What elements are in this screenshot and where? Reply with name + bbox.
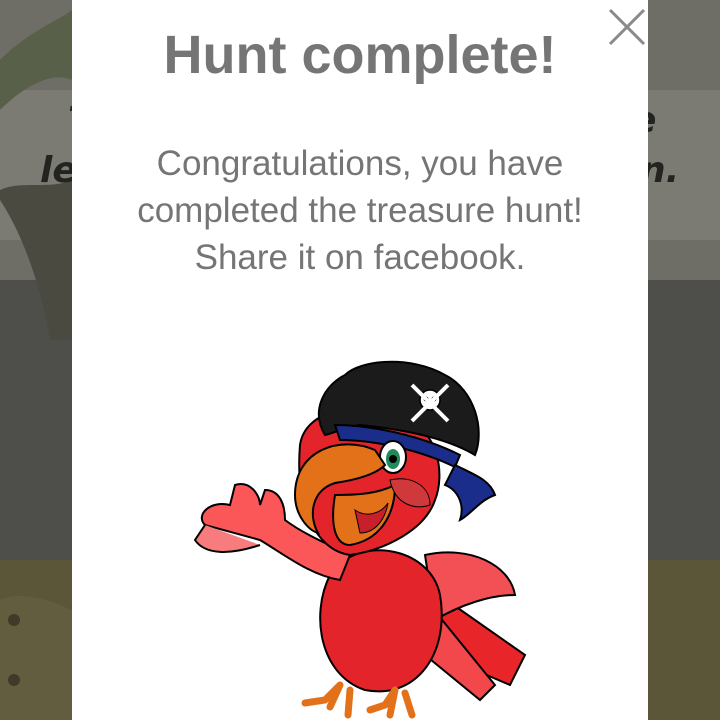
dialog-message: Congratulations, you have completed the … [137, 144, 583, 277]
dialog-title: Hunt complete! [163, 25, 557, 85]
pirate-parrot-illustration [193, 360, 527, 719]
